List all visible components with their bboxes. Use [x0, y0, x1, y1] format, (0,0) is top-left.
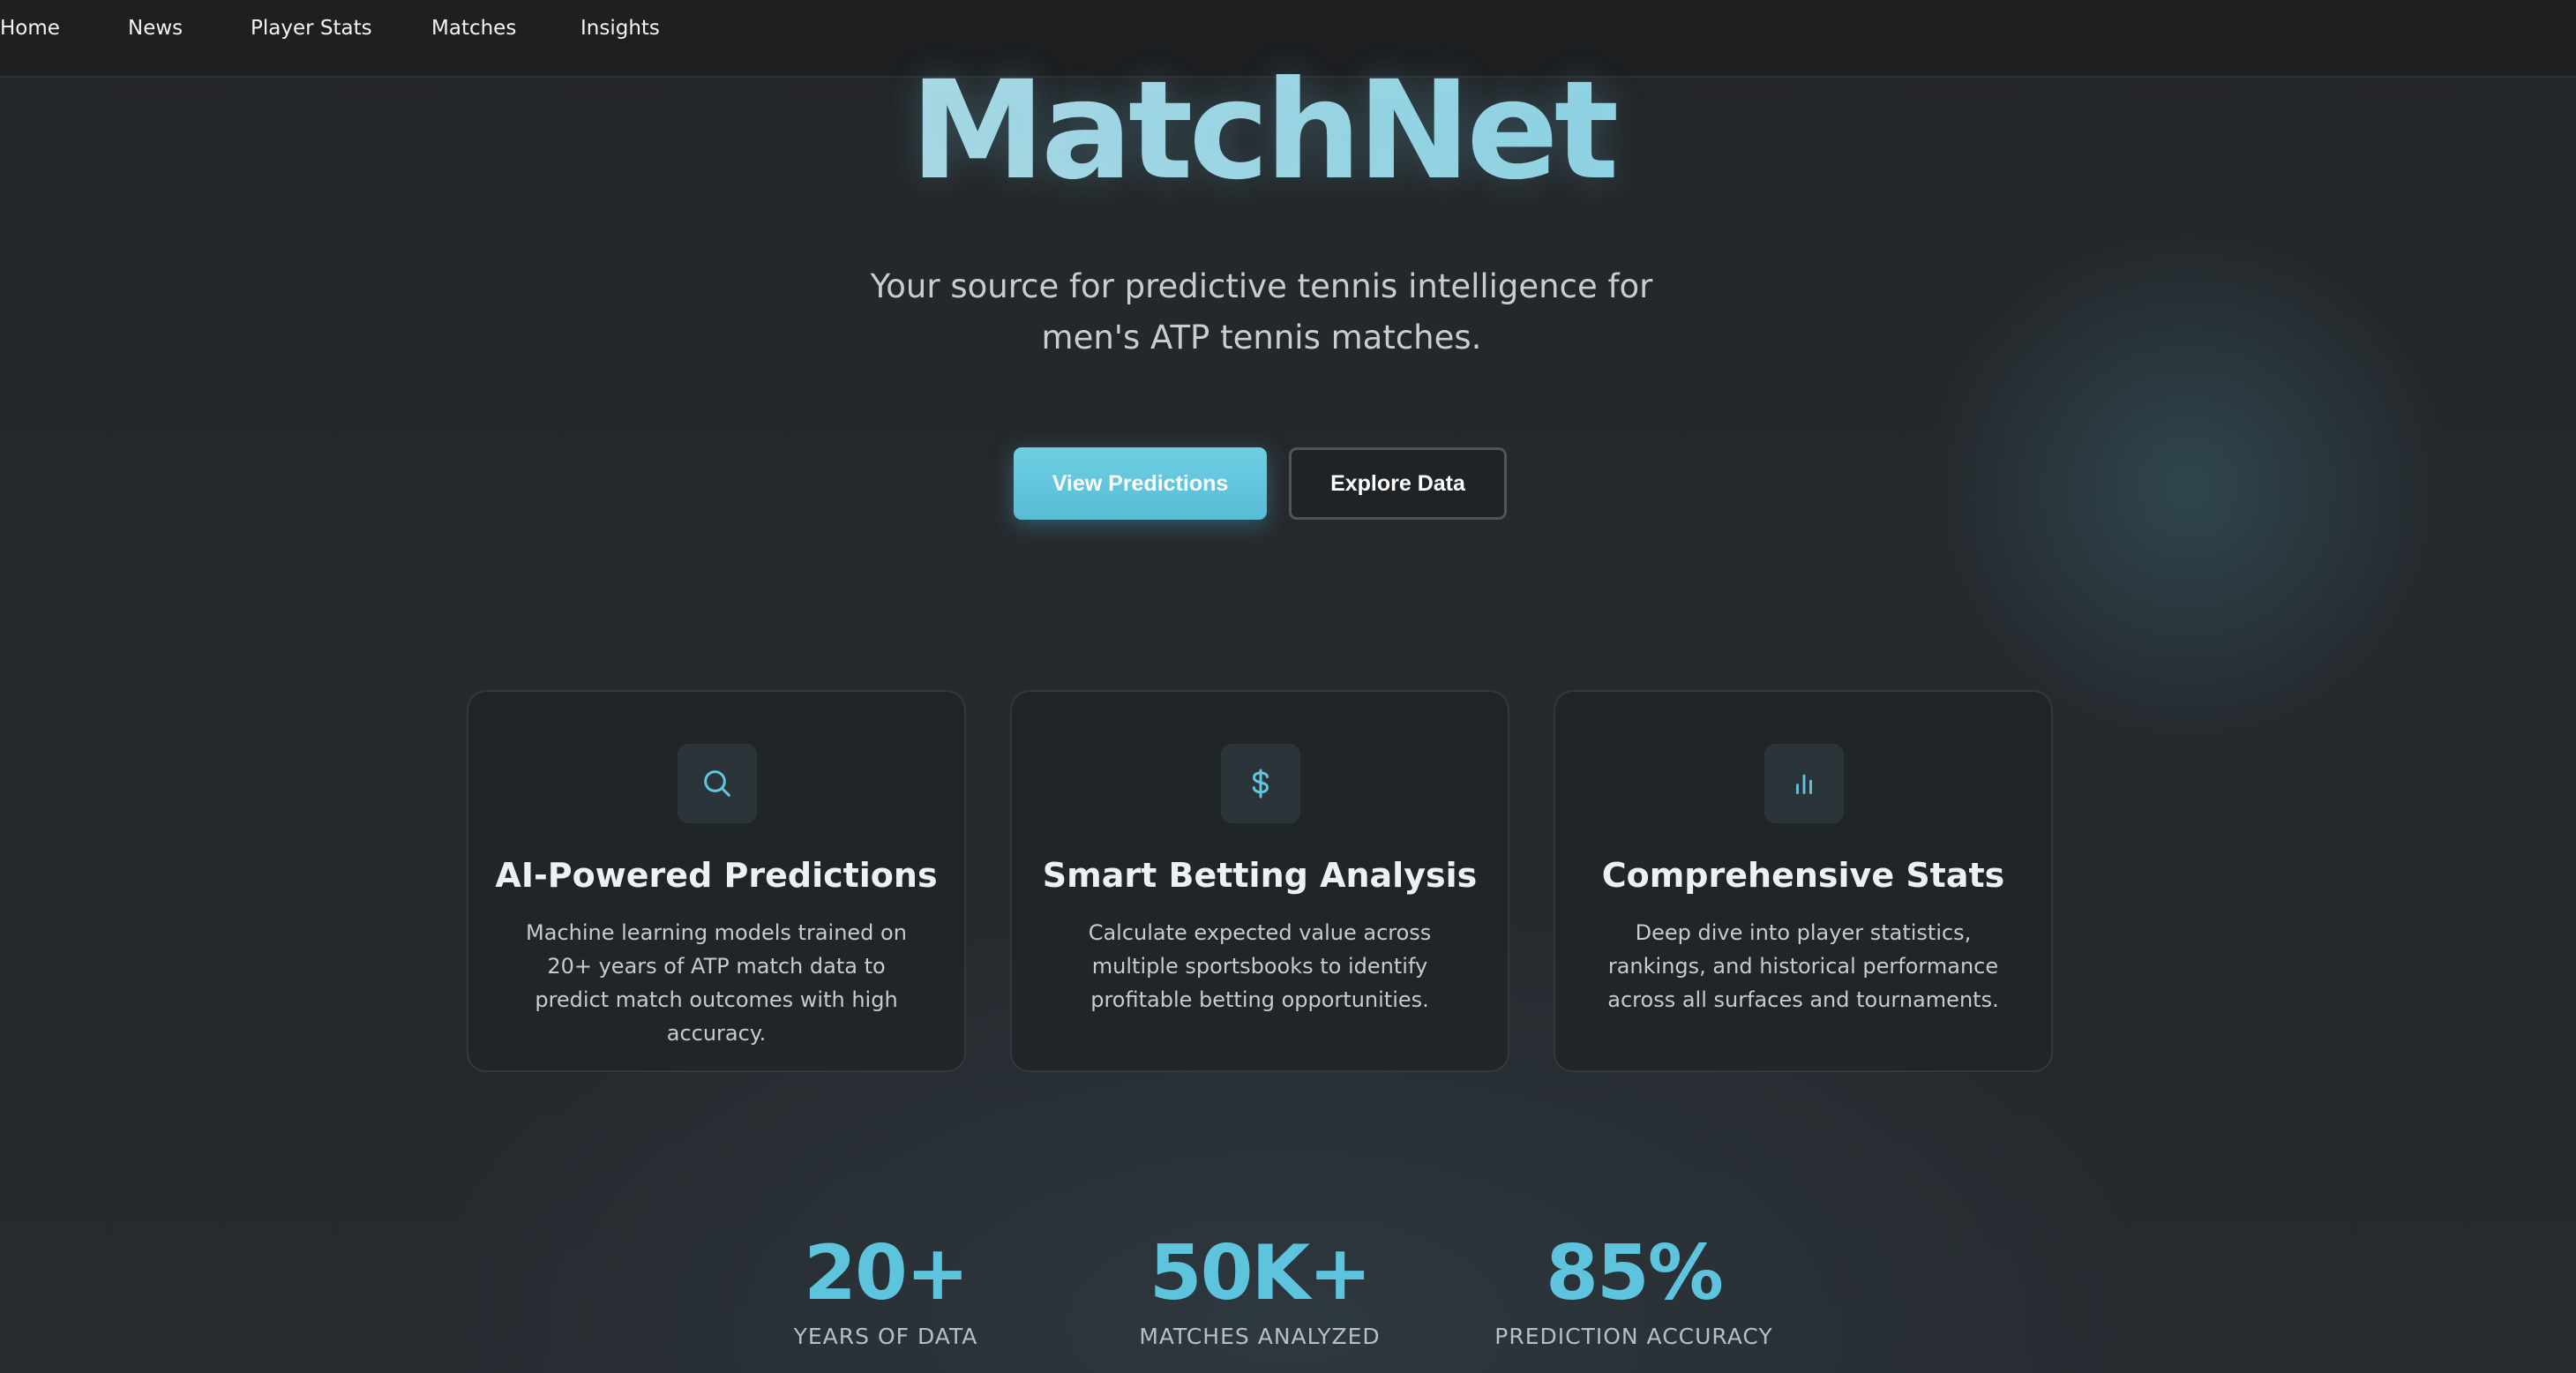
view-predictions-button[interactable]: View Predictions [1014, 447, 1267, 520]
stat-label: MATCHES ANALYZED [1139, 1324, 1381, 1349]
stat-value: 50K+ [1149, 1229, 1372, 1317]
stat-accuracy: 85% PREDICTION ACCURACY [1493, 1235, 1775, 1349]
feature-card-predictions: AI-Powered Predictions Machine learning … [467, 690, 966, 1072]
dollar-icon [1221, 744, 1300, 823]
hero-subtitle: Your source for predictive tennis intell… [870, 267, 1653, 356]
feature-title: Comprehensive Stats [1601, 856, 2005, 895]
nav-item-home[interactable]: Home [0, 17, 60, 40]
search-icon [678, 744, 757, 823]
stat-years: 20+ YEARS OF DATA [780, 1235, 992, 1349]
feature-description: Machine learning models trained on 20+ y… [526, 920, 907, 1046]
explore-data-button[interactable]: Explore Data [1289, 447, 1507, 520]
nav-item-player-stats[interactable]: Player Stats [251, 17, 372, 40]
hero-title: MatchNet [0, 64, 2525, 199]
stat-value: 85% [1546, 1229, 1724, 1317]
stat-value: 20+ [804, 1229, 970, 1317]
bar-chart-icon [1764, 744, 1844, 823]
nav-item-insights[interactable]: Insights [580, 17, 660, 40]
stat-label: PREDICTION ACCURACY [1494, 1324, 1773, 1349]
nav-item-matches[interactable]: Matches [431, 17, 516, 40]
feature-card-betting: Smart Betting Analysis Calculate expecte… [1010, 690, 1509, 1072]
feature-title: AI-Powered Predictions [495, 856, 938, 895]
feature-title: Smart Betting Analysis [1042, 856, 1478, 895]
stat-matches: 50K+ MATCHES ANALYZED [1136, 1235, 1383, 1349]
feature-card-stats: Comprehensive Stats Deep dive into playe… [1554, 690, 2053, 1072]
nav-item-news[interactable]: News [128, 17, 183, 40]
feature-description: Deep dive into player statistics, rankin… [1607, 920, 1999, 1012]
stat-label: YEARS OF DATA [793, 1324, 978, 1349]
feature-description: Calculate expected value across multiple… [1088, 920, 1432, 1012]
